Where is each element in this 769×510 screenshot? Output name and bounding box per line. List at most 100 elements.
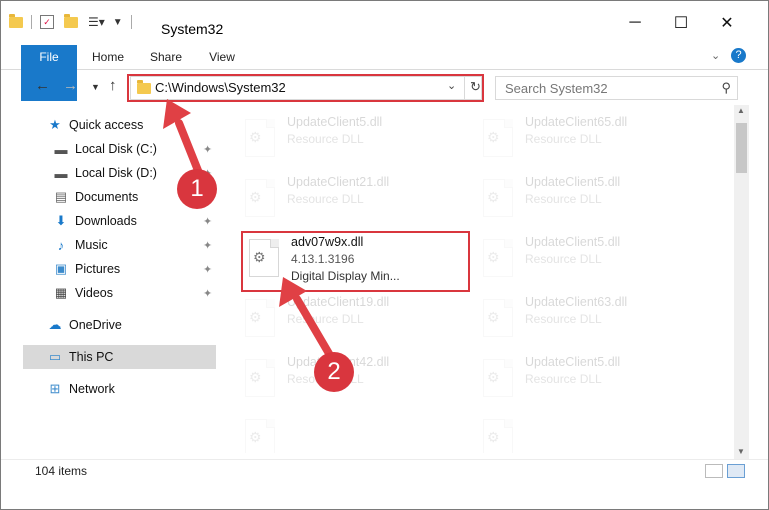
network-icon: ⊞ xyxy=(49,381,61,396)
file-description: Resource DLL xyxy=(287,312,364,326)
dll-file-icon: ⚙ xyxy=(245,359,275,397)
file-description: Resource DLL xyxy=(525,372,602,386)
toolbar-divider xyxy=(31,15,32,29)
list-item[interactable]: ⚙ UpdateClient5.dll Resource DLL xyxy=(475,349,705,405)
tab-share[interactable]: Share xyxy=(143,45,189,69)
sidebar-item-label: Local Disk (C:) xyxy=(75,142,157,156)
explorer-window: ✓ ☰▾ ▼ System32 ─ ☐ ✕ File Home Share Vi… xyxy=(0,0,769,510)
sidebar-item-local-disk-d[interactable]: ▬ Local Disk (D:) xyxy=(53,161,157,185)
list-item[interactable]: ⚙ UpdateClient19.dll Resource DLL xyxy=(237,289,467,345)
sidebar-item-onedrive[interactable]: ☁ OneDrive xyxy=(47,313,122,337)
sidebar-item-documents[interactable]: ▤ Documents xyxy=(53,185,138,209)
sidebar-item-label: Local Disk (D:) xyxy=(75,166,157,180)
new-folder-icon[interactable] xyxy=(64,13,78,28)
chevron-down-icon[interactable]: ▼ xyxy=(113,17,123,28)
toolbar-divider xyxy=(130,15,132,29)
sidebar-item-label: Videos xyxy=(75,286,113,300)
dll-file-icon: ⚙ xyxy=(483,359,513,397)
pin-icon[interactable]: ✦ xyxy=(203,263,212,276)
dll-file-icon: ⚙ xyxy=(483,419,513,453)
sidebar-item-videos[interactable]: ▦ Videos xyxy=(53,281,113,305)
cloud-icon: ☁ xyxy=(48,317,62,332)
vertical-scrollbar[interactable]: ▲ ▼ xyxy=(734,105,749,459)
dll-file-icon: ⚙ xyxy=(245,119,275,157)
file-name: UpdateClient19.dll xyxy=(287,295,390,309)
star-icon: ★ xyxy=(49,117,61,132)
sidebar-item-music[interactable]: ♪ Music xyxy=(53,233,108,257)
dll-file-icon: ⚙ xyxy=(483,239,513,277)
maximize-button[interactable]: ☐ xyxy=(659,11,703,35)
file-description: Resource DLL xyxy=(287,132,364,146)
window-title: System32 xyxy=(161,21,224,37)
list-item[interactable]: ⚙ xyxy=(237,409,467,453)
search-icon[interactable]: ⚲ xyxy=(721,80,731,96)
scroll-down-icon[interactable]: ▼ xyxy=(737,447,745,456)
sidebar-item-pictures[interactable]: ▣ Pictures xyxy=(53,257,120,281)
file-name: UpdateClient5.dll xyxy=(525,355,621,369)
download-icon: ⬇ xyxy=(55,213,67,228)
sidebar-item-quick-access[interactable]: ★ Quick access xyxy=(47,113,143,137)
file-description: Resource DLL xyxy=(525,312,602,326)
properties-icon[interactable]: ✓ xyxy=(40,15,54,29)
file-highlight-box xyxy=(241,231,470,292)
customize-icon[interactable]: ☰▾ xyxy=(88,15,105,29)
sidebar-item-network[interactable]: ⊞ Network xyxy=(47,377,115,401)
pin-icon[interactable]: ✦ xyxy=(203,239,212,252)
dll-file-icon: ⚙ xyxy=(483,179,513,217)
close-button[interactable]: ✕ xyxy=(705,11,749,35)
step-badge-2: 2 xyxy=(314,352,354,392)
file-description: Resource DLL xyxy=(525,192,602,206)
list-item[interactable]: ⚙ UpdateClient5.dll Resource DLL xyxy=(475,169,705,225)
pictures-icon: ▣ xyxy=(54,261,68,276)
tab-view[interactable]: View xyxy=(199,45,245,69)
recent-locations-button[interactable]: ▼ xyxy=(91,82,100,92)
folder-icon[interactable] xyxy=(9,13,23,28)
list-item[interactable]: ⚙ UpdateClient65.dll Resource DLL xyxy=(475,109,705,165)
status-bar: 104 items xyxy=(1,459,768,482)
pin-icon[interactable]: ✦ xyxy=(203,143,212,156)
sidebar-item-label: OneDrive xyxy=(69,318,122,332)
expand-ribbon-icon[interactable]: ⌄ xyxy=(711,49,720,62)
item-count: 104 items xyxy=(35,464,88,478)
sidebar-item-label: Network xyxy=(69,382,115,396)
search-input[interactable]: Search System32 xyxy=(505,81,608,96)
videos-icon: ▦ xyxy=(54,285,68,300)
file-name: UpdateClient5.dll xyxy=(525,175,621,189)
computer-icon: ▭ xyxy=(48,349,62,364)
sidebar-item-label: This PC xyxy=(69,350,114,364)
details-view-icon[interactable] xyxy=(705,464,723,478)
pin-icon[interactable]: ✦ xyxy=(203,287,212,300)
file-name: UpdateClient5.dll xyxy=(287,115,383,129)
navigation-pane: ★ Quick access ▬ Local Disk (C:) ✦ ▬ Loc… xyxy=(23,111,217,451)
search-box[interactable]: Search System32 ⚲ xyxy=(495,76,738,100)
sidebar-item-label: Documents xyxy=(75,190,139,204)
sidebar-item-downloads[interactable]: ⬇ Downloads xyxy=(53,209,137,233)
help-icon[interactable]: ? xyxy=(731,48,746,63)
tiles-view-icon[interactable] xyxy=(727,464,745,478)
up-button[interactable]: ↑ xyxy=(109,77,117,94)
minimize-button[interactable]: ─ xyxy=(613,11,657,35)
list-item[interactable]: ⚙ UpdateClient5.dll Resource DLL xyxy=(475,229,705,285)
list-item[interactable]: ⚙ xyxy=(475,409,705,453)
sidebar-item-this-pc[interactable]: ▭ This PC xyxy=(23,345,216,369)
scrollbar-thumb[interactable] xyxy=(736,123,747,173)
list-item[interactable]: ⚙ UpdateClient63.dll Resource DLL xyxy=(475,289,705,345)
file-name: UpdateClient5.dll xyxy=(525,235,621,249)
file-name: UpdateClient65.dll xyxy=(525,115,628,129)
sidebar-item-label: Music xyxy=(75,238,108,252)
drive-icon: ▬ xyxy=(54,165,68,181)
list-item[interactable]: ⚙ UpdateClient21.dll Resource DLL xyxy=(237,169,467,225)
title-bar: ✓ ☰▾ ▼ System32 ─ ☐ ✕ xyxy=(1,1,768,41)
tab-home[interactable]: Home xyxy=(85,45,131,69)
dll-file-icon: ⚙ xyxy=(483,119,513,157)
file-name: UpdateClient21.dll xyxy=(287,175,390,189)
pin-icon[interactable]: ✦ xyxy=(203,215,212,228)
list-item[interactable]: ⚙ UpdateClient5.dll Resource DLL xyxy=(237,109,467,165)
file-description: Resource DLL xyxy=(525,252,602,266)
dll-file-icon: ⚙ xyxy=(483,299,513,337)
ribbon: File Home Share View ⌄ ? xyxy=(1,45,768,101)
forward-button[interactable]: → xyxy=(63,77,78,94)
sidebar-item-local-disk-c[interactable]: ▬ Local Disk (C:) xyxy=(53,137,157,161)
scroll-up-icon[interactable]: ▲ xyxy=(737,106,745,115)
back-button[interactable]: ← xyxy=(35,77,50,94)
